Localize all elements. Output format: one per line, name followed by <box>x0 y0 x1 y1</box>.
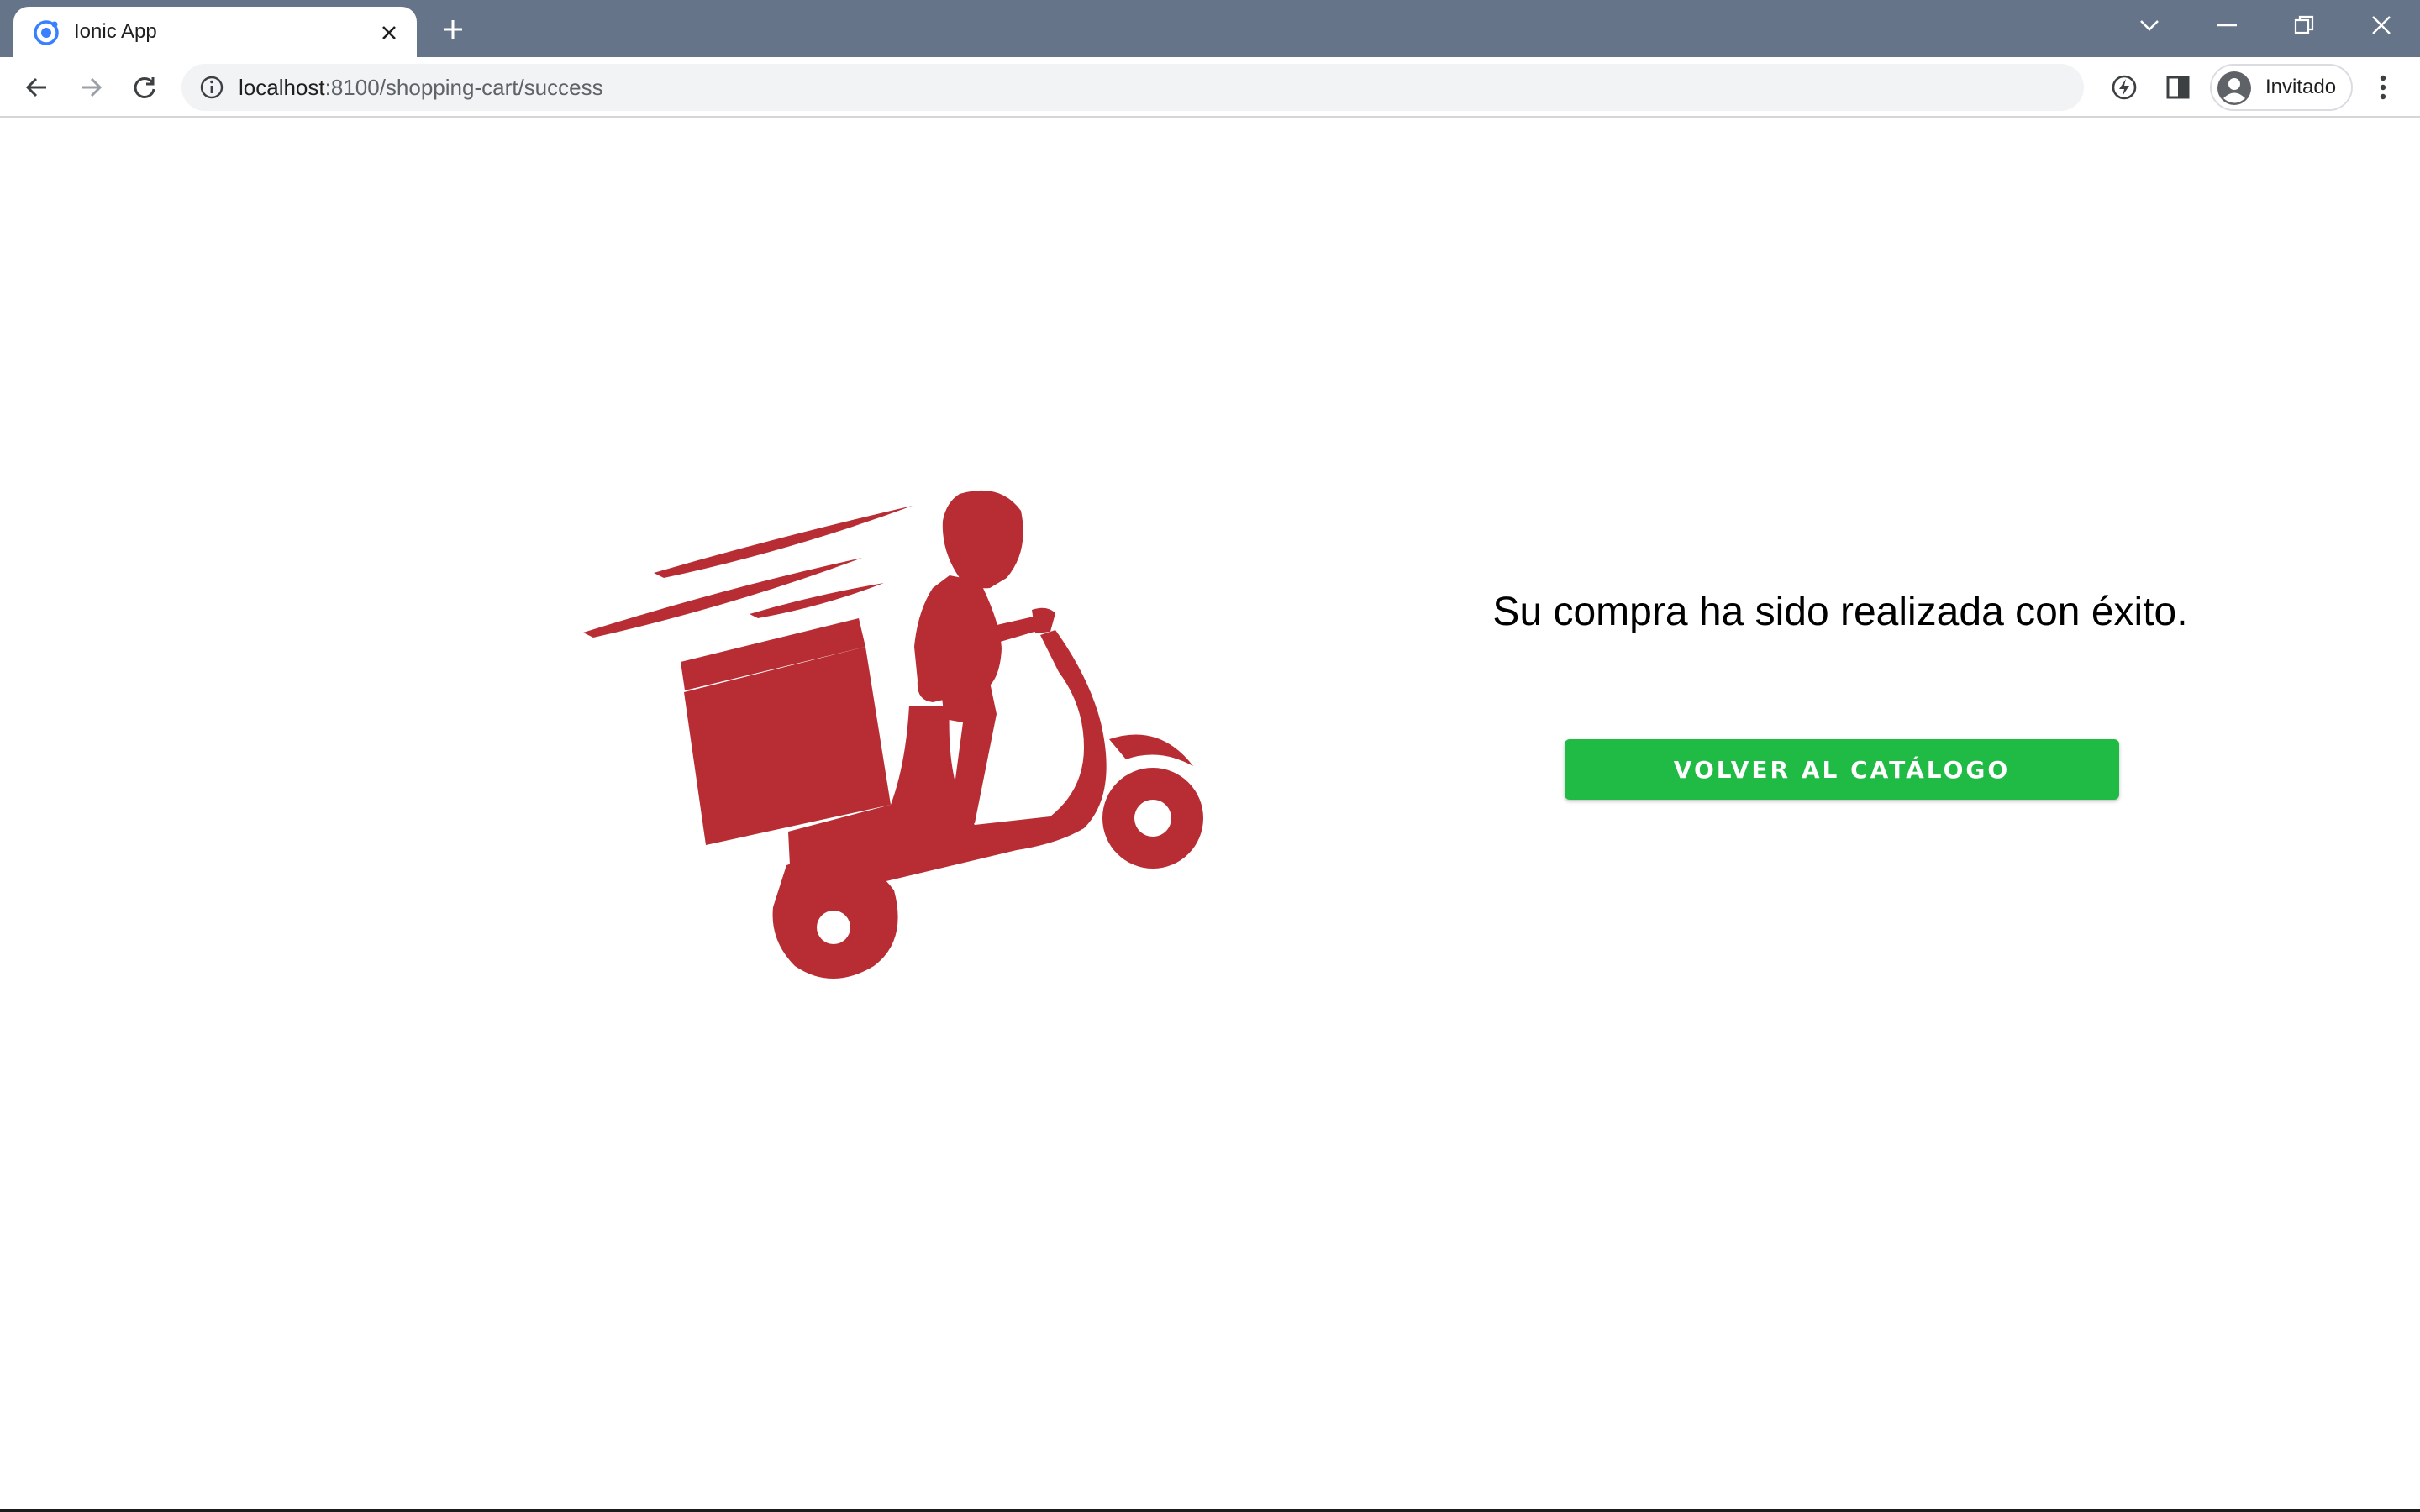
browser-toolbar: localhost:8100/shopping-cart/success G I… <box>0 57 2420 118</box>
back-to-catalog-button[interactable]: VOLVER AL CATÁLOGO <box>1565 739 2119 800</box>
window-bottom-border <box>0 1509 2420 1512</box>
kebab-menu-icon[interactable] <box>2365 69 2402 106</box>
browser-titlebar: Ionic App <box>0 0 2420 57</box>
reload-icon[interactable] <box>124 67 165 108</box>
minimize-icon[interactable] <box>2203 7 2250 44</box>
address-bar[interactable]: localhost:8100/shopping-cart/success G <box>182 64 2250 111</box>
browser-tab[interactable]: Ionic App <box>13 7 417 57</box>
url-host: localhost <box>239 75 325 100</box>
delivery-scooter-illustration <box>583 490 1203 979</box>
avatar-icon <box>2217 71 2251 105</box>
tab-title: Ionic App <box>74 20 157 43</box>
window-close-icon[interactable] <box>2358 7 2405 44</box>
profile-name: Invitado <box>2265 76 2337 98</box>
info-icon[interactable] <box>198 74 225 101</box>
ionic-logo-icon <box>34 20 59 45</box>
profile-button[interactable]: Invitado <box>2210 64 2353 111</box>
side-panel-icon[interactable] <box>2160 69 2196 106</box>
bolt-icon[interactable] <box>2106 69 2143 106</box>
plus-icon[interactable] <box>435 12 471 47</box>
success-message: Su compra ha sido realizada con éxito. <box>1492 590 2188 634</box>
arrow-right-icon[interactable] <box>71 67 111 108</box>
url-path: :8100/shopping-cart/success <box>324 75 603 100</box>
url-text[interactable]: localhost:8100/shopping-cart/success <box>239 64 603 111</box>
close-icon[interactable] <box>375 18 403 47</box>
tab-search-icon[interactable] <box>2126 7 2173 44</box>
restore-icon[interactable] <box>2281 7 2328 44</box>
page-content <box>0 119 2420 1510</box>
arrow-left-icon[interactable] <box>17 67 57 108</box>
